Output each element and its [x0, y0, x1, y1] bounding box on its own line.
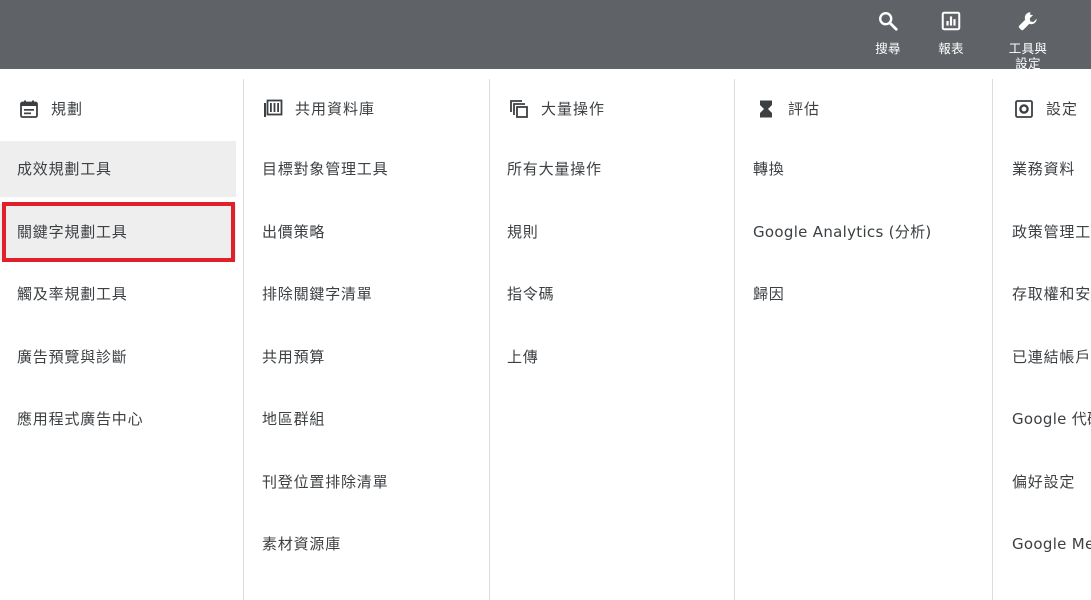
keyword-planner-highlight	[2, 202, 235, 262]
menu-item-reach-planner[interactable]: 觸及率規劃工具	[0, 266, 128, 322]
menu-item-conversions[interactable]: 轉換	[735, 141, 785, 197]
calendar-icon	[20, 100, 38, 118]
menu-item-scripts[interactable]: 指令碼	[490, 266, 554, 322]
menu-item-performance-planner[interactable]: 成效規劃工具	[0, 141, 236, 197]
search-button[interactable]: 搜尋	[858, 10, 918, 56]
bulk-actions-icon	[510, 100, 528, 118]
menu-item-placement-exclusion-lists[interactable]: 刊登位置排除清單	[244, 454, 388, 510]
menu-item-negative-keyword-lists[interactable]: 排除關鍵字清單	[244, 266, 373, 322]
shared-library-column: 共用資料庫 目標對象管理工具 出價策略 排除關鍵字清單 共用預算 地區群組 刊登…	[244, 79, 489, 600]
menu-item-app-advertising-hub[interactable]: 應用程式廣告中心	[0, 391, 143, 447]
reports-label: 報表	[938, 41, 964, 56]
menu-item-audience-manager[interactable]: 目標對象管理工具	[244, 141, 388, 197]
menu-item-asset-library[interactable]: 素材資源庫	[244, 516, 341, 572]
search-icon	[879, 12, 898, 31]
tools-and-settings-label: 工具與設定	[1008, 41, 1048, 69]
menu-item-location-groups[interactable]: 地區群組	[244, 391, 325, 447]
tools-and-settings-button[interactable]: 工具與設定	[998, 10, 1058, 69]
search-label: 搜尋	[875, 41, 901, 56]
settings-icon	[1015, 100, 1033, 118]
wrench-icon	[1018, 12, 1037, 31]
bulk-actions-column: 大量操作 所有大量操作 規則 指令碼 上傳	[490, 79, 734, 600]
measurement-header-label: 評估	[788, 100, 821, 118]
measurement-column: 評估 轉換 Google Analytics (分析) 歸因	[735, 79, 992, 600]
menu-item-shared-budgets[interactable]: 共用預算	[244, 329, 325, 385]
menu-item-all-bulk-actions[interactable]: 所有大量操作	[490, 141, 602, 197]
menu-item-linked-accounts[interactable]: 已連結帳戶	[993, 329, 1091, 385]
setup-header-label: 設定	[1046, 100, 1079, 118]
shared-library-header-label: 共用資料庫	[295, 100, 376, 118]
menu-item-uploads[interactable]: 上傳	[490, 329, 539, 385]
hourglass-icon	[760, 100, 772, 118]
planning-column: 規劃 成效規劃工具 關鍵字規劃工具 觸及率規劃工具 廣告預覽與診斷 應用程式廣告…	[0, 79, 243, 600]
top-toolbar: 搜尋 報表 工具與設定	[0, 0, 1091, 69]
menu-item-business-data[interactable]: 業務資料	[993, 141, 1075, 197]
menu-item-rules[interactable]: 規則	[490, 204, 539, 260]
menu-item-google-tag[interactable]: Google 代碼	[993, 391, 1091, 447]
library-icon	[264, 99, 283, 117]
planning-header-label: 規劃	[51, 100, 84, 118]
reports-button[interactable]: 報表	[921, 10, 981, 56]
menu-item-bid-strategies[interactable]: 出價策略	[244, 204, 325, 260]
menu-item-google-analytics[interactable]: Google Analytics (分析)	[735, 204, 932, 260]
menu-item-ad-preview[interactable]: 廣告預覽與診斷	[0, 329, 128, 385]
menu-item-attribution[interactable]: 歸因	[735, 266, 785, 322]
menu-item-preferences[interactable]: 偏好設定	[993, 454, 1075, 510]
bulk-actions-header-label: 大量操作	[541, 100, 606, 118]
setup-column: 設定 業務資料 政策管理工具 存取權和安全性 已連結帳戶 Google 代碼 偏…	[993, 79, 1091, 600]
reports-icon	[941, 11, 961, 31]
menu-item-google-merchant-center[interactable]: Google Merchant Center	[993, 516, 1091, 572]
menu-item-policy-manager[interactable]: 政策管理工具	[993, 204, 1091, 260]
menu-item-access-and-security[interactable]: 存取權和安全性	[993, 266, 1091, 322]
